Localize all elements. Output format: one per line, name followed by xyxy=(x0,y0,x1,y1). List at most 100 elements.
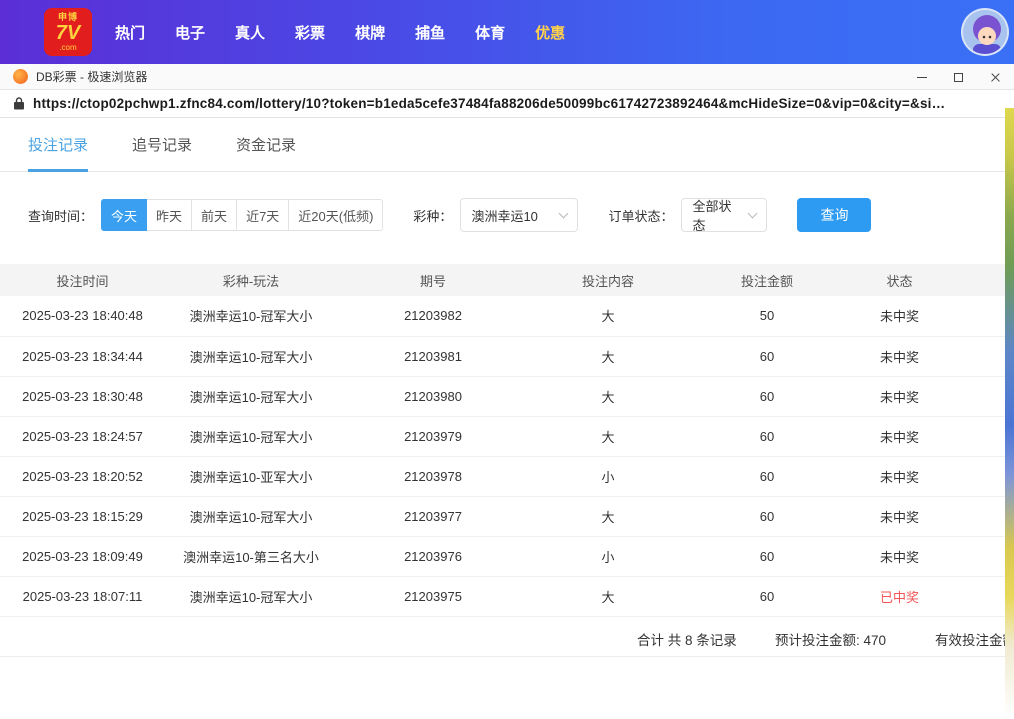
order-status-select[interactable]: 全部状态 xyxy=(681,198,767,232)
time-filter-today[interactable]: 今天 xyxy=(101,199,147,231)
table-row: 2025-03-23 18:07:11澳洲幸运10-冠军大小21203975大6… xyxy=(0,576,1005,616)
url-text[interactable]: https://ctop02pchwp1.zfnc84.com/lottery/… xyxy=(33,96,1000,111)
cell-content: 大 xyxy=(529,416,687,456)
cell-game: 澳洲幸运10-亚军大小 xyxy=(165,456,337,496)
cell-game: 澳洲幸运10-冠军大小 xyxy=(165,376,337,416)
table-row: 2025-03-23 18:24:57澳洲幸运10-冠军大小21203979大6… xyxy=(0,416,1005,456)
cell-game: 澳洲幸运10-冠军大小 xyxy=(165,296,337,336)
time-filter-day-before-yesterday[interactable]: 前天 xyxy=(191,199,237,231)
nav-item-board-games[interactable]: 棋牌 xyxy=(340,22,400,43)
cell-issue: 21203979 xyxy=(337,416,529,456)
cell-status: 未中奖 xyxy=(847,456,952,496)
cell-game: 澳洲幸运10-冠军大小 xyxy=(165,336,337,376)
cell-status: 已中奖 xyxy=(847,576,952,616)
cell-amount: 60 xyxy=(687,456,847,496)
browser-title-bar: DB彩票 - 极速浏览器 xyxy=(0,64,1014,90)
cell-filler xyxy=(952,496,1005,536)
cell-status: 未中奖 xyxy=(847,536,952,576)
close-icon xyxy=(990,72,1001,83)
tab-chase-records[interactable]: 追号记录 xyxy=(132,118,192,171)
avatar-image xyxy=(963,10,1009,56)
total-records-text: 合计 共 8 条记录 xyxy=(637,629,737,649)
cell-filler xyxy=(952,416,1005,456)
lottery-type-value: 澳洲幸运10 xyxy=(471,206,537,225)
nav-item-live[interactable]: 真人 xyxy=(220,22,280,43)
logo-brand-main: 7V xyxy=(56,23,80,43)
cell-status: 未中奖 xyxy=(847,376,952,416)
close-button[interactable] xyxy=(977,64,1014,90)
cell-status: 未中奖 xyxy=(847,336,952,376)
cell-amount: 60 xyxy=(687,576,847,616)
time-filter-last-7-days[interactable]: 近7天 xyxy=(236,199,289,231)
cell-amount: 50 xyxy=(687,296,847,336)
summary-bar: 合计 共 8 条记录 预计投注金额: 470 有效投注金额 xyxy=(0,617,1005,657)
nav-item-promotions[interactable]: 优惠 xyxy=(520,22,580,43)
cell-issue: 21203978 xyxy=(337,456,529,496)
tab-bar: 投注记录追号记录资金记录 xyxy=(0,118,1014,172)
minimize-button[interactable] xyxy=(903,64,940,90)
filter-bar: 查询时间： 今天昨天前天近7天近20天(低频) 彩种： 澳洲幸运10 订单状态：… xyxy=(28,198,1014,232)
cell-issue: 21203977 xyxy=(337,496,529,536)
cell-status: 未中奖 xyxy=(847,416,952,456)
cell-game: 澳洲幸运10-冠军大小 xyxy=(165,496,337,536)
cell-content: 大 xyxy=(529,576,687,616)
cell-amount: 60 xyxy=(687,496,847,536)
cell-game: 澳洲幸运10-第三名大小 xyxy=(165,536,337,576)
time-filter-group: 今天昨天前天近7天近20天(低频) xyxy=(101,199,383,231)
maximize-button[interactable] xyxy=(940,64,977,90)
nav-item-fishing[interactable]: 捕鱼 xyxy=(400,22,460,43)
cell-filler xyxy=(952,536,1005,576)
chevron-down-icon xyxy=(559,208,569,218)
nav-item-electronic[interactable]: 电子 xyxy=(160,22,220,43)
nav-item-hot[interactable]: 热门 xyxy=(100,22,160,43)
cell-status: 未中奖 xyxy=(847,496,952,536)
maximize-icon xyxy=(954,73,963,82)
table-header-row: 投注时间彩种-玩法期号投注内容投注金额状态 xyxy=(0,264,1005,296)
nav-item-sports[interactable]: 体育 xyxy=(460,22,520,43)
cell-time: 2025-03-23 18:07:11 xyxy=(0,576,165,616)
cell-issue: 21203982 xyxy=(337,296,529,336)
nav-item-lottery[interactable]: 彩票 xyxy=(280,22,340,43)
cell-time: 2025-03-23 18:40:48 xyxy=(0,296,165,336)
cell-time: 2025-03-23 18:20:52 xyxy=(0,456,165,496)
cell-game: 澳洲幸运10-冠军大小 xyxy=(165,416,337,456)
cell-content: 大 xyxy=(529,376,687,416)
table-row: 2025-03-23 18:20:52澳洲幸运10-亚军大小21203978小6… xyxy=(0,456,1005,496)
cell-issue: 21203980 xyxy=(337,376,529,416)
logo-brand-sub: .com xyxy=(59,44,76,52)
lottery-type-select[interactable]: 澳洲幸运10 xyxy=(460,198,578,232)
column-header: 彩种-玩法 xyxy=(165,264,337,296)
tab-fund-records[interactable]: 资金记录 xyxy=(236,118,296,171)
table-row: 2025-03-23 18:15:29澳洲幸运10-冠军大小21203977大6… xyxy=(0,496,1005,536)
background-strip xyxy=(1005,108,1014,719)
cell-filler xyxy=(952,456,1005,496)
logo-brand-top: 申博 xyxy=(58,13,78,22)
lock-icon xyxy=(14,97,24,110)
column-header: 状态 xyxy=(847,264,952,296)
time-filter-yesterday[interactable]: 昨天 xyxy=(146,199,192,231)
tab-bet-records[interactable]: 投注记录 xyxy=(28,118,88,171)
cell-content: 小 xyxy=(529,536,687,576)
cell-time: 2025-03-23 18:15:29 xyxy=(0,496,165,536)
cell-issue: 21203981 xyxy=(337,336,529,376)
cell-content: 大 xyxy=(529,496,687,536)
time-filter-last-20-days-low-freq[interactable]: 近20天(低频) xyxy=(288,199,383,231)
order-status-value: 全部状态 xyxy=(692,196,741,234)
table-row: 2025-03-23 18:34:44澳洲幸运10-冠军大小21203981大6… xyxy=(0,336,1005,376)
cell-amount: 60 xyxy=(687,376,847,416)
address-bar[interactable]: https://ctop02pchwp1.zfnc84.com/lottery/… xyxy=(0,90,1014,118)
browser-app-icon xyxy=(13,69,28,84)
table-row: 2025-03-23 18:09:49澳洲幸运10-第三名大小21203976小… xyxy=(0,536,1005,576)
column-header: 期号 xyxy=(337,264,529,296)
cell-content: 大 xyxy=(529,296,687,336)
cell-issue: 21203976 xyxy=(337,536,529,576)
table-row: 2025-03-23 18:30:48澳洲幸运10-冠军大小21203980大6… xyxy=(0,376,1005,416)
cell-time: 2025-03-23 18:30:48 xyxy=(0,376,165,416)
window-controls xyxy=(903,64,1014,90)
avatar[interactable] xyxy=(961,8,1009,56)
column-header: 投注金额 xyxy=(687,264,847,296)
site-logo[interactable]: 申博 7V .com xyxy=(44,8,92,56)
search-button[interactable]: 查询 xyxy=(797,198,871,232)
column-header: 投注内容 xyxy=(529,264,687,296)
table-row: 2025-03-23 18:40:48澳洲幸运10-冠军大小21203982大5… xyxy=(0,296,1005,336)
